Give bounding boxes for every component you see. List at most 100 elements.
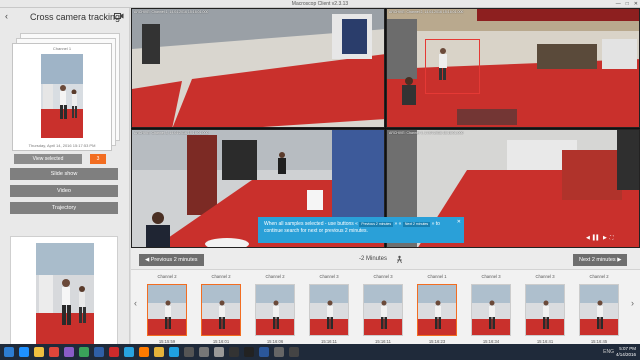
yandex-icon[interactable]	[109, 347, 119, 357]
sample-image	[579, 284, 619, 336]
sample-camera-label: Channel 2	[265, 274, 285, 279]
sample-image	[417, 284, 457, 336]
step-back-icon[interactable]: ◀	[586, 235, 590, 241]
clock[interactable]: 5:07 PM 4/14/2016	[616, 346, 636, 358]
store-icon[interactable]	[94, 347, 104, 357]
previous-2-minutes-button[interactable]: ◀ Previous 2 minutes	[139, 254, 204, 266]
notification-text-before: When all samples selected - use buttons …	[264, 221, 358, 227]
next-2-minutes-button[interactable]: Next 2 minutes ▶	[573, 254, 628, 266]
sample-camera-label: Channel 3	[319, 274, 339, 279]
strip-sample[interactable]: Channel 1 15:16:23	[414, 274, 460, 344]
steam-icon[interactable]	[244, 347, 254, 357]
media-icon[interactable]	[139, 347, 149, 357]
strip-sample[interactable]: Channel 3 15:16:41	[522, 274, 568, 344]
sample-image	[201, 284, 241, 336]
taskbar: ENG 5:07 PM 4/14/2016	[0, 344, 640, 360]
sidebar-title: Cross camera tracking	[30, 12, 121, 22]
sample-camera-label: Channel 3	[535, 274, 555, 279]
sample-image	[255, 284, 295, 336]
ie-icon[interactable]	[19, 347, 29, 357]
camera-tile-1[interactable]: ARCHIVE: Channel 1, 14.04.2016 15:16:01.…	[131, 8, 385, 128]
camera-tile-2[interactable]: ARCHIVE: Channel 2, 14.04.2016 15:16:01.…	[386, 8, 640, 128]
strip-sample[interactable]: Channel 2 15:16:06	[252, 274, 298, 344]
strip-sample[interactable]: Channel 3 15:16:11	[360, 274, 406, 344]
language-indicator[interactable]: ENG	[603, 349, 614, 355]
sample-image	[309, 284, 349, 336]
sample-camera-label: Channel 2	[589, 274, 609, 279]
chevron-left-icon: ◀	[145, 257, 150, 263]
camera-grid: ARCHIVE: Channel 1, 14.04.2016 15:16:01.…	[131, 8, 640, 248]
app-icon[interactable]	[199, 347, 209, 357]
minimize-button[interactable]: —	[616, 1, 621, 7]
close-button[interactable]: ✕	[634, 1, 638, 7]
play-icon[interactable]: ▶	[603, 235, 607, 241]
notification-chip-next: Next 2 minutes	[402, 222, 431, 227]
strip-scroll-right-icon[interactable]: ›	[631, 298, 634, 308]
sample-camera-label: Channel 3	[481, 274, 501, 279]
next-2-minutes-label: Next 2 minutes	[579, 257, 616, 263]
strip-sample[interactable]: Channel 3 15:16:34	[468, 274, 514, 344]
word-icon[interactable]	[259, 347, 269, 357]
tracking-sidebar: ‹ Cross camera tracking Channel 1 Thursd…	[0, 8, 130, 350]
notification-close-icon[interactable]: ✕	[457, 219, 461, 226]
windows-icon[interactable]	[4, 347, 14, 357]
strip-scroll-left-icon[interactable]: ‹	[134, 298, 137, 308]
selected-samples-stack[interactable]: Channel 1 Thursday, April 14, 2016 15:17…	[12, 33, 120, 153]
sample-image	[525, 284, 565, 336]
view-selected-button[interactable]: View selected	[14, 154, 82, 164]
strip-sample[interactable]: Channel 3 15:16:11	[306, 274, 352, 344]
player-icon[interactable]	[229, 347, 239, 357]
pause-icon[interactable]: ▌▌	[593, 235, 600, 241]
tracking-box	[425, 39, 480, 94]
previous-2-minutes-label: Previous 2 minutes	[150, 257, 198, 263]
skype-icon[interactable]	[169, 347, 179, 357]
maximize-button[interactable]: □	[626, 1, 629, 7]
search-controls: ◀ Previous 2 minutes -2 Minutes Next 2 m…	[131, 248, 640, 270]
app-icon[interactable]	[79, 347, 89, 357]
photoshop-icon[interactable]	[124, 347, 134, 357]
strip-sample[interactable]: Channel 2 15:16:01	[198, 274, 244, 344]
camera-label: ARCHIVE: Channel 2, 14.04.2016 15:16:01.…	[389, 10, 464, 14]
camera-label: ARCHIVE: Channel 1, 14.04.2016 15:16:01.…	[134, 10, 209, 14]
selected-sample-preview	[10, 236, 118, 350]
trajectory-button[interactable]: Trajectory	[10, 202, 118, 214]
tracking-icon[interactable]	[395, 255, 404, 266]
sample-image	[147, 284, 187, 336]
sample-camera-label: Channel 1	[427, 274, 447, 279]
notification-chip-prev: Previous 2 minutes	[359, 222, 394, 227]
window-controls: — □ ✕	[616, 1, 638, 7]
app-icon[interactable]	[289, 347, 299, 357]
app-icon[interactable]	[184, 347, 194, 357]
notification-text-mid: » «	[394, 221, 402, 227]
sample-image	[471, 284, 511, 336]
app-icon[interactable]	[64, 347, 74, 357]
sample-camera-label: Channel 3	[373, 274, 393, 279]
sidebar-header: ‹ Cross camera tracking	[0, 8, 130, 26]
explorer-icon[interactable]	[34, 347, 44, 357]
strip-sample[interactable]: Channel 2 15:16:45	[576, 274, 622, 344]
folder-icon[interactable]	[154, 347, 164, 357]
hint-notification: When all samples selected - use buttons …	[258, 217, 464, 243]
camera-icon[interactable]	[114, 12, 124, 22]
fullscreen-icon[interactable]: ⛶	[610, 235, 614, 241]
video-button[interactable]: Video	[10, 185, 118, 197]
preview-image	[36, 243, 94, 345]
title-bar: Macroscop Client v2.3.13 — □ ✕	[0, 0, 640, 8]
strip-sample[interactable]: Channel 2 15:15:59	[144, 274, 190, 344]
clock-date: 4/14/2016	[615, 352, 636, 357]
card-caption: Channel 1	[52, 46, 72, 51]
range-label: -2 Minutes	[359, 256, 388, 262]
sample-image	[363, 284, 403, 336]
back-arrow-icon[interactable]: ‹	[5, 11, 8, 21]
slide-show-button[interactable]: Slide show	[10, 168, 118, 180]
app-icon[interactable]	[214, 347, 224, 357]
system-tray: ENG	[603, 349, 614, 355]
sample-strip: ‹ Channel 2 15:15:59 Channel 2 15:16:01 Chan…	[131, 270, 640, 346]
stack-card-front[interactable]: Channel 1 Thursday, April 14, 2016 15:17…	[12, 43, 112, 151]
chevron-right-icon: ▶	[617, 257, 622, 263]
app-icon[interactable]	[274, 347, 284, 357]
window-title: Macroscop Client v2.3.13	[291, 1, 349, 7]
camera-label: ARCHIVE: Channel 3, 14.04.2016 15:16:01.…	[134, 131, 209, 135]
sample-thumbnail	[41, 54, 83, 138]
chrome-icon[interactable]	[49, 347, 59, 357]
